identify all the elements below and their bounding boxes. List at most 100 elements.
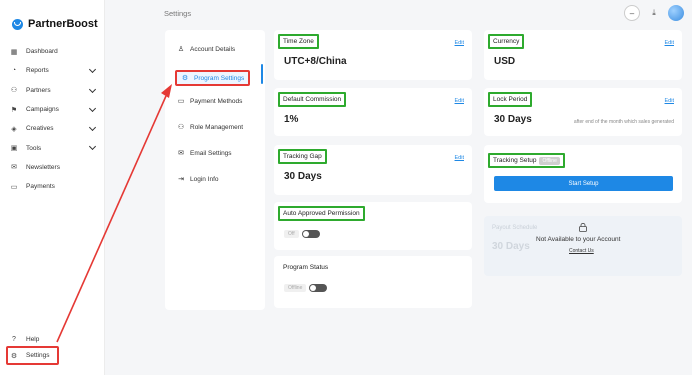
help-icon: ? xyxy=(12,336,16,344)
brand[interactable]: PartnerBoost xyxy=(12,18,98,30)
newsletters-icon: ✉ xyxy=(11,164,17,172)
sidebar-item-label: Payments xyxy=(26,183,55,191)
default-commission-label: Default Commission xyxy=(278,92,347,107)
tracking-gap-label: Tracking Gap xyxy=(278,149,327,164)
program-status-label: Program Status xyxy=(283,264,329,271)
menu-item-label: Payment Methods xyxy=(190,97,243,105)
chevron-down-icon xyxy=(88,85,97,93)
auto-approved-label: Auto Approved Permission xyxy=(278,206,365,221)
sidebar-item-campaigns[interactable]: ⚑ Campaigns xyxy=(10,100,98,119)
settings-menu-login-info[interactable]: ⇥ Login Info xyxy=(177,175,219,184)
menu-item-icon: ⚇ xyxy=(177,124,185,131)
menu-item-icon: ⇥ xyxy=(178,176,184,183)
sidebar-item-label: Creatives xyxy=(26,125,54,133)
sidebar-item-tools[interactable]: ▣ Tools xyxy=(10,138,98,157)
sidebar-settings: ⚙ Settings xyxy=(6,346,98,366)
tracking-setup-card: Tracking Setup Offline Start Setup xyxy=(484,145,682,203)
minus-circle-icon: – xyxy=(629,8,635,18)
sidebar-item-label: Campaigns xyxy=(26,106,59,114)
page-title: Settings xyxy=(164,9,192,18)
sidebar-item-label: Tools xyxy=(26,144,42,152)
avatar[interactable] xyxy=(668,5,684,21)
menu-item-icon: ✉ xyxy=(178,150,184,157)
sidebar-nav: ▦ Dashboard ◔ Reports ⚇ Partners ⚑ Campaigns ◈ Cr… xyxy=(10,42,98,196)
time-zone-label: Time Zone xyxy=(278,34,319,49)
lock-period-note: after end of the month which sales gener… xyxy=(573,119,674,125)
program-status-card: Program Status Offline xyxy=(274,256,472,308)
auto-approved-toggle[interactable]: Off xyxy=(284,230,320,238)
tracking-gap-card: Tracking Gap Edit 30 Days xyxy=(274,145,472,195)
chevron-down-icon xyxy=(88,143,97,151)
settings-menu-account-details[interactable]: ♙ Account Details xyxy=(177,45,236,54)
auto-approved-card: Auto Approved Permission Off xyxy=(274,202,472,250)
time-zone-card: Time Zone Edit UTC+8/China xyxy=(274,30,472,80)
dashboard-icon: ▦ xyxy=(10,48,18,56)
sidebar-item-label: Reports xyxy=(26,67,49,75)
chevron-down-icon xyxy=(88,66,97,74)
menu-item-label: Account Details xyxy=(190,45,236,53)
creatives-icon: ◈ xyxy=(11,125,17,133)
settings-icon: ⚙ xyxy=(10,352,18,360)
sidebar-item-label: Partners xyxy=(26,86,51,94)
program-status-toggle[interactable]: Offline xyxy=(284,284,328,292)
not-available-text: Not Available to your Account xyxy=(536,236,621,243)
lock-icon xyxy=(579,223,587,232)
default-commission-value: 1% xyxy=(284,114,299,125)
sidebar-item-label: Dashboard xyxy=(26,48,58,56)
time-zone-edit-link[interactable]: Edit xyxy=(455,40,464,46)
tracking-setup-label: Tracking Setup Offline xyxy=(488,153,565,168)
toggle-switch[interactable] xyxy=(301,230,320,238)
chevron-down-icon xyxy=(88,124,97,132)
sidebar: PartnerBoost ▦ Dashboard ◔ Reports ⚇ Partners… xyxy=(0,0,105,375)
settings-menu-program-settings[interactable]: ⚙ Program Settings xyxy=(175,70,251,86)
sidebar-item-partners[interactable]: ⚇ Partners xyxy=(10,81,98,100)
download-button[interactable]: ⤓ xyxy=(646,5,662,21)
sidebar-item-payments[interactable]: ▭ Payments xyxy=(10,177,98,196)
lock-period-label: Lock Period xyxy=(488,92,533,107)
top-actions: – ⤓ xyxy=(624,5,684,21)
toggle-state-label: Offline xyxy=(284,284,307,292)
sidebar-item-label: Settings xyxy=(26,352,50,360)
lock-period-edit-link[interactable]: Edit xyxy=(665,98,674,104)
settings-menu-email-settings[interactable]: ✉ Email Settings xyxy=(177,149,232,158)
default-commission-card: Default Commission Edit 1% xyxy=(274,88,472,136)
menu-item-icon: ♙ xyxy=(177,46,185,53)
partners-icon: ⚇ xyxy=(10,87,18,95)
brand-logo-icon xyxy=(12,18,23,30)
chevron-down-icon xyxy=(88,104,97,112)
start-setup-button[interactable]: Start Setup xyxy=(494,176,673,191)
sidebar-item-label: Newsletters xyxy=(26,163,60,171)
settings-menu: ♙ Account Details ⚙ Program Settings ▭ Paymen… xyxy=(165,30,265,310)
lock-period-card: Lock Period Edit 30 Days after end of th… xyxy=(484,88,682,136)
download-icon: ⤓ xyxy=(652,8,656,17)
tracking-setup-label-text: Tracking Setup xyxy=(493,157,537,164)
time-zone-value: UTC+8/China xyxy=(284,56,347,67)
tools-icon: ▣ xyxy=(10,145,18,153)
menu-item-label: Program Settings xyxy=(194,74,245,82)
lock-period-value: 30 Days xyxy=(494,114,532,125)
currency-edit-link[interactable]: Edit xyxy=(665,40,674,46)
menu-item-icon: ▭ xyxy=(177,98,185,105)
active-indicator xyxy=(261,64,263,84)
payout-schedule-label: Payout Schedule xyxy=(492,225,538,231)
default-commission-edit-link[interactable]: Edit xyxy=(455,98,464,104)
menu-item-label: Role Management xyxy=(190,123,244,131)
sidebar-item-reports[interactable]: ◔ Reports xyxy=(10,61,98,80)
brand-name: PartnerBoost xyxy=(28,18,98,30)
reports-icon: ◔ xyxy=(11,67,17,75)
currency-label: Currency xyxy=(488,34,525,49)
tracking-gap-edit-link[interactable]: Edit xyxy=(455,155,464,161)
toggle-state-label: Off xyxy=(284,230,299,238)
settings-menu-role-management[interactable]: ⚇ Role Management xyxy=(177,123,244,132)
sidebar-item-dashboard[interactable]: ▦ Dashboard xyxy=(10,42,98,61)
contact-us-link[interactable]: Contact Us xyxy=(569,248,594,254)
toggle-switch[interactable] xyxy=(309,284,328,292)
currency-card: Currency Edit USD xyxy=(484,30,682,80)
sidebar-item-settings[interactable]: ⚙ Settings xyxy=(6,346,59,366)
settings-menu-payment-methods[interactable]: ▭ Payment Methods xyxy=(177,97,243,106)
payments-icon: ▭ xyxy=(10,183,18,191)
sidebar-item-newsletters[interactable]: ✉ Newsletters xyxy=(10,158,98,177)
minimize-button[interactable]: – xyxy=(624,5,640,21)
sidebar-item-creatives[interactable]: ◈ Creatives xyxy=(10,119,98,138)
menu-item-label: Email Settings xyxy=(190,149,232,157)
